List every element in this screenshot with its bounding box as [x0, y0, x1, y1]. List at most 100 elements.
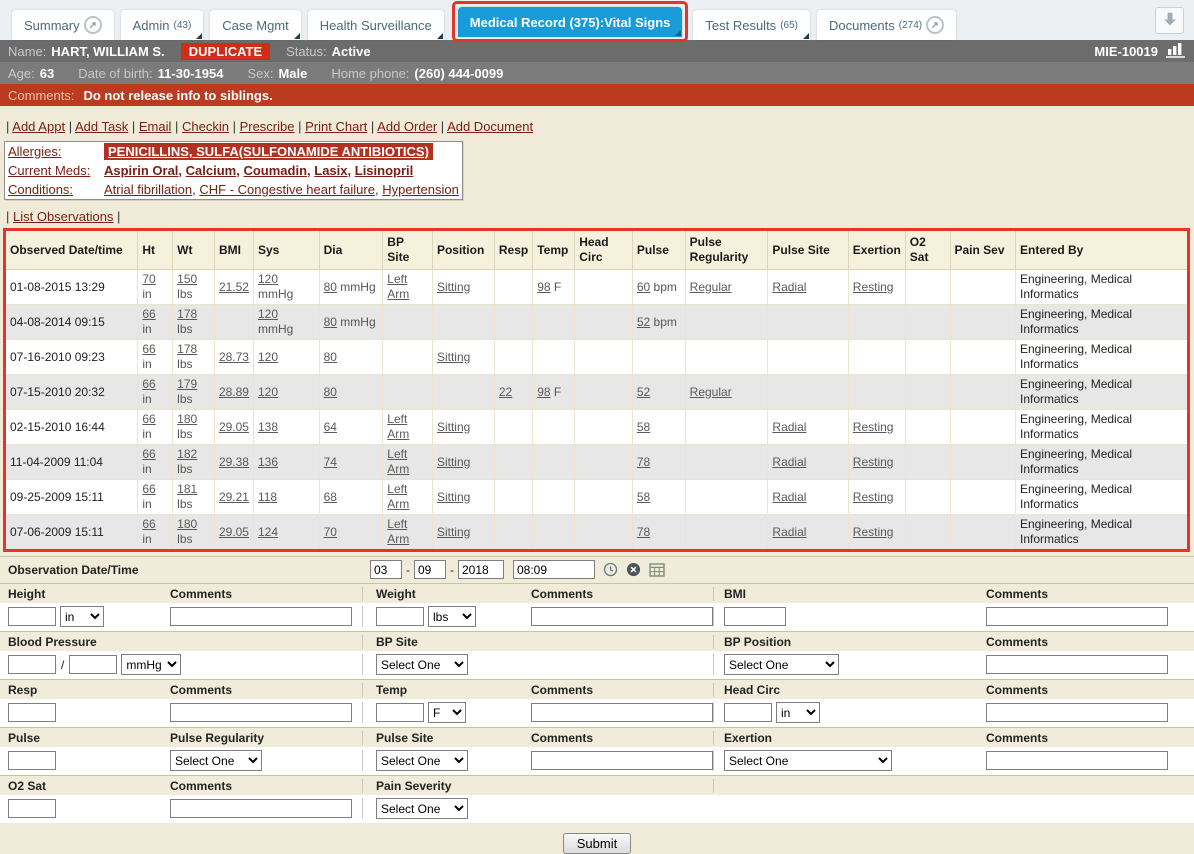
submit-button[interactable]: Submit	[563, 833, 631, 854]
observation-value-link[interactable]: 52	[637, 315, 650, 329]
condition-link-hypertension[interactable]: Hypertension	[382, 182, 459, 197]
observation-value-link[interactable]: 98	[537, 385, 550, 399]
med-link-calcium[interactable]: Calcium	[186, 163, 237, 178]
observation-value-link[interactable]: 136	[258, 455, 278, 469]
observation-value-link[interactable]: 22	[499, 385, 512, 399]
bp-comments-input[interactable]	[986, 655, 1168, 674]
height-unit-select[interactable]: in	[60, 606, 104, 627]
observation-value-link[interactable]: 74	[324, 455, 337, 469]
observation-value-link[interactable]: Sitting	[437, 490, 470, 504]
observation-value-link[interactable]: 120	[258, 272, 278, 286]
observation-value-link[interactable]: 78	[637, 525, 650, 539]
observation-value-link[interactable]: Resting	[853, 525, 894, 539]
calendar-icon[interactable]	[649, 562, 665, 577]
observation-value-link[interactable]: 64	[324, 420, 337, 434]
observation-value-link[interactable]: 178	[177, 307, 197, 321]
popout-arrow-icon[interactable]	[84, 16, 102, 34]
bp-diastolic-input[interactable]	[69, 655, 117, 674]
observation-value-link[interactable]: 120	[258, 385, 278, 399]
observation-value-link[interactable]: 80	[324, 385, 337, 399]
action-link-add-task[interactable]: Add Task	[75, 119, 128, 134]
observation-value-link[interactable]: Regular	[690, 385, 732, 399]
page-down-button[interactable]	[1155, 7, 1184, 34]
weight-input[interactable]	[376, 607, 424, 626]
med-link-aspirin-oral[interactable]: Aspirin Oral	[104, 163, 178, 178]
list-observations-link[interactable]: List Observations	[13, 209, 113, 224]
head-circ-input[interactable]	[724, 703, 772, 722]
observation-value-link[interactable]: Radial	[772, 525, 806, 539]
bp-site-select[interactable]: Select One	[376, 654, 468, 675]
observation-value-link[interactable]: 60	[637, 280, 650, 294]
observation-value-link[interactable]: 29.21	[219, 490, 249, 504]
observation-value-link[interactable]: 180	[177, 412, 197, 426]
action-link-checkin[interactable]: Checkin	[182, 119, 229, 134]
observation-value-link[interactable]: 120	[258, 307, 278, 321]
observation-value-link[interactable]: 182	[177, 447, 197, 461]
med-link-lisinopril[interactable]: Lisinopril	[355, 163, 414, 178]
o2-comments-input[interactable]	[170, 799, 352, 818]
observation-value-link[interactable]: 70	[142, 272, 155, 286]
weight-comments-input[interactable]	[531, 607, 713, 626]
observation-value-link[interactable]: Sitting	[437, 525, 470, 539]
observation-value-link[interactable]: Left Arm	[387, 517, 409, 546]
observation-value-link[interactable]: Resting	[853, 490, 894, 504]
tab-test-results[interactable]: Test Results(65)	[693, 10, 810, 40]
observation-value-link[interactable]: 124	[258, 525, 278, 539]
pulse-regularity-select[interactable]: Select One	[170, 750, 262, 771]
bp-systolic-input[interactable]	[8, 655, 56, 674]
observation-value-link[interactable]: 66	[142, 307, 155, 321]
action-link-add-document[interactable]: Add Document	[447, 119, 533, 134]
action-link-prescribe[interactable]: Prescribe	[240, 119, 295, 134]
bp-position-select[interactable]: Select One	[724, 654, 839, 675]
action-link-add-appt[interactable]: Add Appt	[12, 119, 65, 134]
pulse-site-select[interactable]: Select One	[376, 750, 468, 771]
obs-day-input[interactable]	[414, 560, 446, 579]
pulse-comments-input[interactable]	[531, 751, 713, 770]
obs-month-input[interactable]	[370, 560, 402, 579]
exertion-comments-input[interactable]	[986, 751, 1168, 770]
observation-value-link[interactable]: 52	[637, 385, 650, 399]
observation-value-link[interactable]: Sitting	[437, 350, 470, 364]
observation-value-link[interactable]: 68	[324, 490, 337, 504]
temp-input[interactable]	[376, 703, 424, 722]
observation-value-link[interactable]: 66	[142, 377, 155, 391]
tab-medical-record-375-vital-signs[interactable]: Medical Record (375):Vital Signs	[458, 7, 683, 37]
med-link-lasix[interactable]: Lasix	[314, 163, 347, 178]
observation-value-link[interactable]: 138	[258, 420, 278, 434]
obs-time-input[interactable]	[513, 560, 595, 579]
allergies-value-link[interactable]: PENICILLINS, SULFA(SULFONAMIDE ANTIBIOTI…	[104, 143, 433, 160]
tab-admin[interactable]: Admin(43)	[121, 10, 204, 40]
tab-case-mgmt[interactable]: Case Mgmt	[210, 10, 300, 40]
action-link-email[interactable]: Email	[139, 119, 172, 134]
observation-value-link[interactable]: Sitting	[437, 455, 470, 469]
exertion-select[interactable]: Select One	[724, 750, 892, 771]
condition-link-chf-congestive-heart-failure[interactable]: CHF - Congestive heart failure	[199, 182, 375, 197]
pulse-input[interactable]	[8, 751, 56, 770]
observation-value-link[interactable]: 80	[324, 315, 337, 329]
observation-value-link[interactable]: 66	[142, 342, 155, 356]
tab-summary[interactable]: Summary	[12, 10, 114, 40]
observation-value-link[interactable]: 58	[637, 420, 650, 434]
observation-value-link[interactable]: 178	[177, 342, 197, 356]
med-link-coumadin[interactable]: Coumadin	[243, 163, 307, 178]
resp-input[interactable]	[8, 703, 56, 722]
observation-value-link[interactable]: 120	[258, 350, 278, 364]
observation-value-link[interactable]: Resting	[853, 420, 894, 434]
temp-unit-select[interactable]: F	[428, 702, 466, 723]
observation-value-link[interactable]: 80	[324, 280, 337, 294]
head-circ-unit-select[interactable]: in	[776, 702, 820, 723]
action-link-print-chart[interactable]: Print Chart	[305, 119, 367, 134]
observation-value-link[interactable]: 66	[142, 447, 155, 461]
observation-value-link[interactable]: 181	[177, 482, 197, 496]
observation-value-link[interactable]: Sitting	[437, 420, 470, 434]
observation-value-link[interactable]: Resting	[853, 280, 894, 294]
observation-value-link[interactable]: 78	[637, 455, 650, 469]
observation-value-link[interactable]: 70	[324, 525, 337, 539]
tab-documents[interactable]: Documents(274)	[817, 10, 956, 40]
observation-value-link[interactable]: 179	[177, 377, 197, 391]
observation-value-link[interactable]: Left Arm	[387, 482, 409, 511]
observation-value-link[interactable]: 29.05	[219, 420, 249, 434]
head-circ-comments-input[interactable]	[986, 703, 1168, 722]
temp-comments-input[interactable]	[531, 703, 713, 722]
observation-value-link[interactable]: Resting	[853, 455, 894, 469]
